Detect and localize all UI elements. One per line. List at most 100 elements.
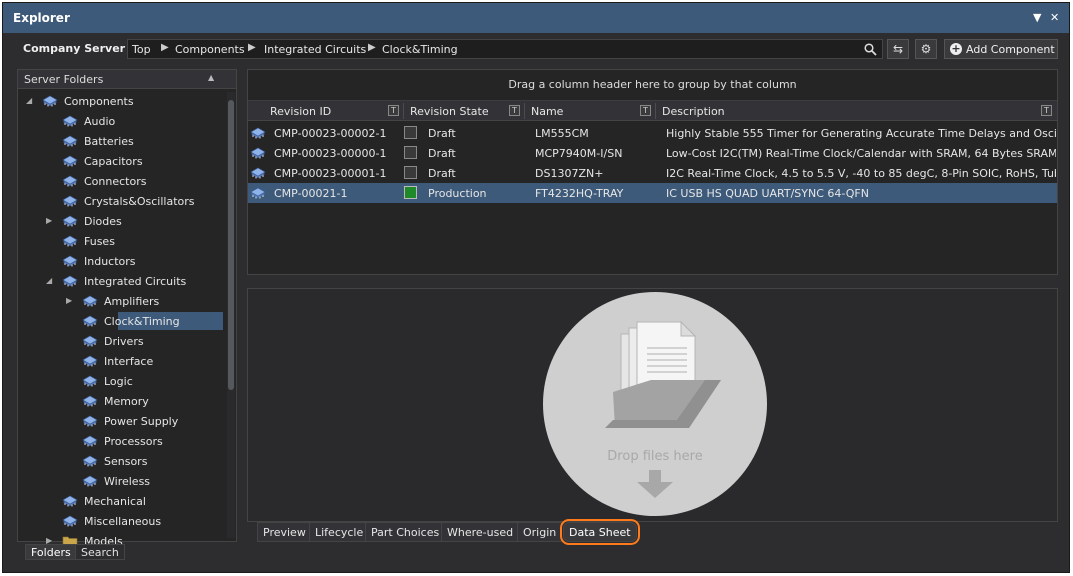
server-folders-header: Server Folders ▲ xyxy=(18,70,236,89)
tree-item-amplifiers[interactable]: ▶ Amplifiers xyxy=(18,292,223,310)
breadcrumb: Top ▶ Components ▶ Integrated Circuits ▶… xyxy=(127,39,883,59)
filter-icon[interactable]: T xyxy=(640,105,651,116)
breadcrumb-item-clock-timing[interactable]: Clock&Timing xyxy=(382,43,458,56)
breadcrumb-item-top[interactable]: Top xyxy=(132,43,151,56)
breadcrumb-item-components[interactable]: Components xyxy=(175,43,245,56)
tree-item-inductors[interactable]: Inductors xyxy=(18,252,223,270)
breadcrumb-item-integrated-circuits[interactable]: Integrated Circuits xyxy=(264,43,366,56)
column-revision-id[interactable]: Revision ID xyxy=(270,105,331,118)
tree-scrollbar[interactable] xyxy=(227,92,235,538)
close-icon[interactable]: ✕ xyxy=(1050,11,1059,24)
tree-item-memory[interactable]: Memory xyxy=(18,392,223,410)
scrollbar-thumb[interactable] xyxy=(228,100,234,390)
tree-item-audio[interactable]: Audio xyxy=(18,112,223,130)
tree-item-label: Inductors xyxy=(84,255,136,268)
tree-item-label: Mechanical xyxy=(84,495,146,508)
chevron-right-icon: ▶ xyxy=(248,42,256,53)
component-icon xyxy=(62,515,78,527)
tree-item-capacitors[interactable]: Capacitors xyxy=(18,152,223,170)
tree-item-fuses[interactable]: Fuses xyxy=(18,232,223,250)
state-color-swatch xyxy=(404,166,417,179)
tab-folders[interactable]: Folders xyxy=(25,544,77,560)
server-selector[interactable]: Company Server ▼ xyxy=(23,42,134,55)
component-icon xyxy=(250,187,266,199)
explorer-window: Explorer ▼ ✕ Company Server ▼ Top ▶ Comp… xyxy=(2,2,1070,573)
collapsed-arrow-icon[interactable]: ▶ xyxy=(46,216,52,225)
table-row[interactable]: CMP-00023-00002-1 Draft LM555CM Highly Stab… xyxy=(248,123,1057,143)
expanded-arrow-icon[interactable]: ◢ xyxy=(46,276,52,285)
toolbar: Company Server ▼ Top ▶ Components ▶ Inte… xyxy=(3,33,1069,67)
tree-item-components[interactable]: ◢ Components xyxy=(18,92,223,110)
component-icon xyxy=(62,495,78,507)
tree-item-label: Connectors xyxy=(84,175,147,188)
component-icon xyxy=(62,275,78,287)
refresh-button[interactable]: ⇆ xyxy=(887,39,909,59)
description-cell: Low-Cost I2C(TM) Real-Time Clock/Calenda… xyxy=(666,147,1056,160)
name-cell: LM555CM xyxy=(535,127,589,140)
tree-item-drivers[interactable]: Drivers xyxy=(18,332,223,350)
tree-item-label: Integrated Circuits xyxy=(84,275,187,288)
tree-item-interface[interactable]: Interface xyxy=(18,352,223,370)
tree-item-diodes[interactable]: ▶ Diodes xyxy=(18,212,223,230)
tree-item-label: Clock&Timing xyxy=(104,315,180,328)
refresh-icon: ⇆ xyxy=(892,42,904,56)
tree-item-power-supply[interactable]: Power Supply xyxy=(18,412,223,430)
drop-files-label: Drop files here xyxy=(607,449,703,464)
tree-item-clock-timing[interactable]: Clock&Timing xyxy=(82,312,223,330)
filter-icon[interactable]: T xyxy=(388,105,399,116)
column-description[interactable]: Description xyxy=(662,105,725,118)
revision-id-cell: CMP-00023-00001-1 xyxy=(274,167,387,180)
revision-id-cell: CMP-00021-1 xyxy=(274,187,348,200)
tree-item-wireless[interactable]: Wireless xyxy=(18,472,223,490)
column-divider[interactable] xyxy=(403,103,404,119)
component-icon xyxy=(82,435,98,447)
filter-icon[interactable]: T xyxy=(1041,105,1052,116)
tree-item-miscellaneous[interactable]: Miscellaneous xyxy=(18,512,223,530)
column-revision-state[interactable]: Revision State xyxy=(410,105,489,118)
tree-item-mechanical[interactable]: Mechanical xyxy=(18,492,223,510)
tree-item-sensors[interactable]: Sensors xyxy=(18,452,223,470)
collapsed-arrow-icon[interactable]: ▶ xyxy=(66,296,72,305)
tab-origin[interactable]: Origin xyxy=(517,522,563,542)
tree-item-label: Audio xyxy=(84,115,116,128)
tree-item-integrated-circuits[interactable]: ◢ Integrated Circuits xyxy=(18,272,223,290)
expanded-arrow-icon[interactable]: ◢ xyxy=(26,96,32,105)
column-divider[interactable] xyxy=(524,103,525,119)
gear-icon: ⚙ xyxy=(920,42,932,56)
file-drop-zone[interactable]: Drop files here xyxy=(543,292,767,516)
tree-item-label: Drivers xyxy=(104,335,144,348)
description-cell: I2C Real-Time Clock, 4.5 to 5.5 V, -40 t… xyxy=(666,167,1056,180)
panel-menu-icon[interactable]: ▼ xyxy=(1033,11,1041,24)
tree-item-batteries[interactable]: Batteries xyxy=(18,132,223,150)
settings-button[interactable]: ⚙ xyxy=(915,39,937,59)
group-by-hint[interactable]: Drag a column header here to group by th… xyxy=(248,70,1057,101)
tree-item-label: Sensors xyxy=(104,455,148,468)
filter-icon[interactable]: T xyxy=(509,105,520,116)
table-row[interactable]: CMP-00023-00001-1 Draft DS1307ZN+ I2C Real-… xyxy=(248,163,1057,183)
tree-item-crystals-oscillators[interactable]: Crystals&Oscillators xyxy=(18,192,223,210)
add-component-button[interactable]: + Add Component xyxy=(944,39,1058,59)
component-icon xyxy=(62,195,78,207)
tab-search[interactable]: Search xyxy=(75,544,125,560)
arrow-down-icon xyxy=(637,470,673,498)
table-row[interactable]: CMP-00021-1 Production FT4232HQ-TRAY IC USB… xyxy=(248,183,1057,203)
tab-where-used[interactable]: Where-used xyxy=(441,522,520,542)
tab-part-choices[interactable]: Part Choices xyxy=(365,522,446,542)
component-icon xyxy=(82,295,98,307)
tree-item-logic[interactable]: Logic xyxy=(18,372,223,390)
component-icon xyxy=(62,115,78,127)
table-row[interactable]: CMP-00023-00000-1 Draft MCP7940M-I/SN Low-C… xyxy=(248,143,1057,163)
column-name[interactable]: Name xyxy=(531,105,563,118)
tree-item-connectors[interactable]: Connectors xyxy=(18,172,223,190)
name-cell: MCP7940M-I/SN xyxy=(535,147,623,160)
search-icon[interactable] xyxy=(864,43,877,56)
revision-id-cell: CMP-00023-00000-1 xyxy=(274,147,387,160)
column-divider[interactable] xyxy=(655,103,656,119)
tree-item-label: Miscellaneous xyxy=(84,515,162,528)
preview-pane: Drop files here xyxy=(247,288,1058,522)
tree-item-processors[interactable]: Processors xyxy=(18,432,223,450)
tab-data-sheet[interactable]: Data Sheet xyxy=(560,519,640,545)
tab-lifecycle[interactable]: Lifecycle xyxy=(309,522,370,542)
collapse-arrow-icon[interactable]: ▲ xyxy=(208,73,214,82)
tab-preview[interactable]: Preview xyxy=(257,522,312,542)
